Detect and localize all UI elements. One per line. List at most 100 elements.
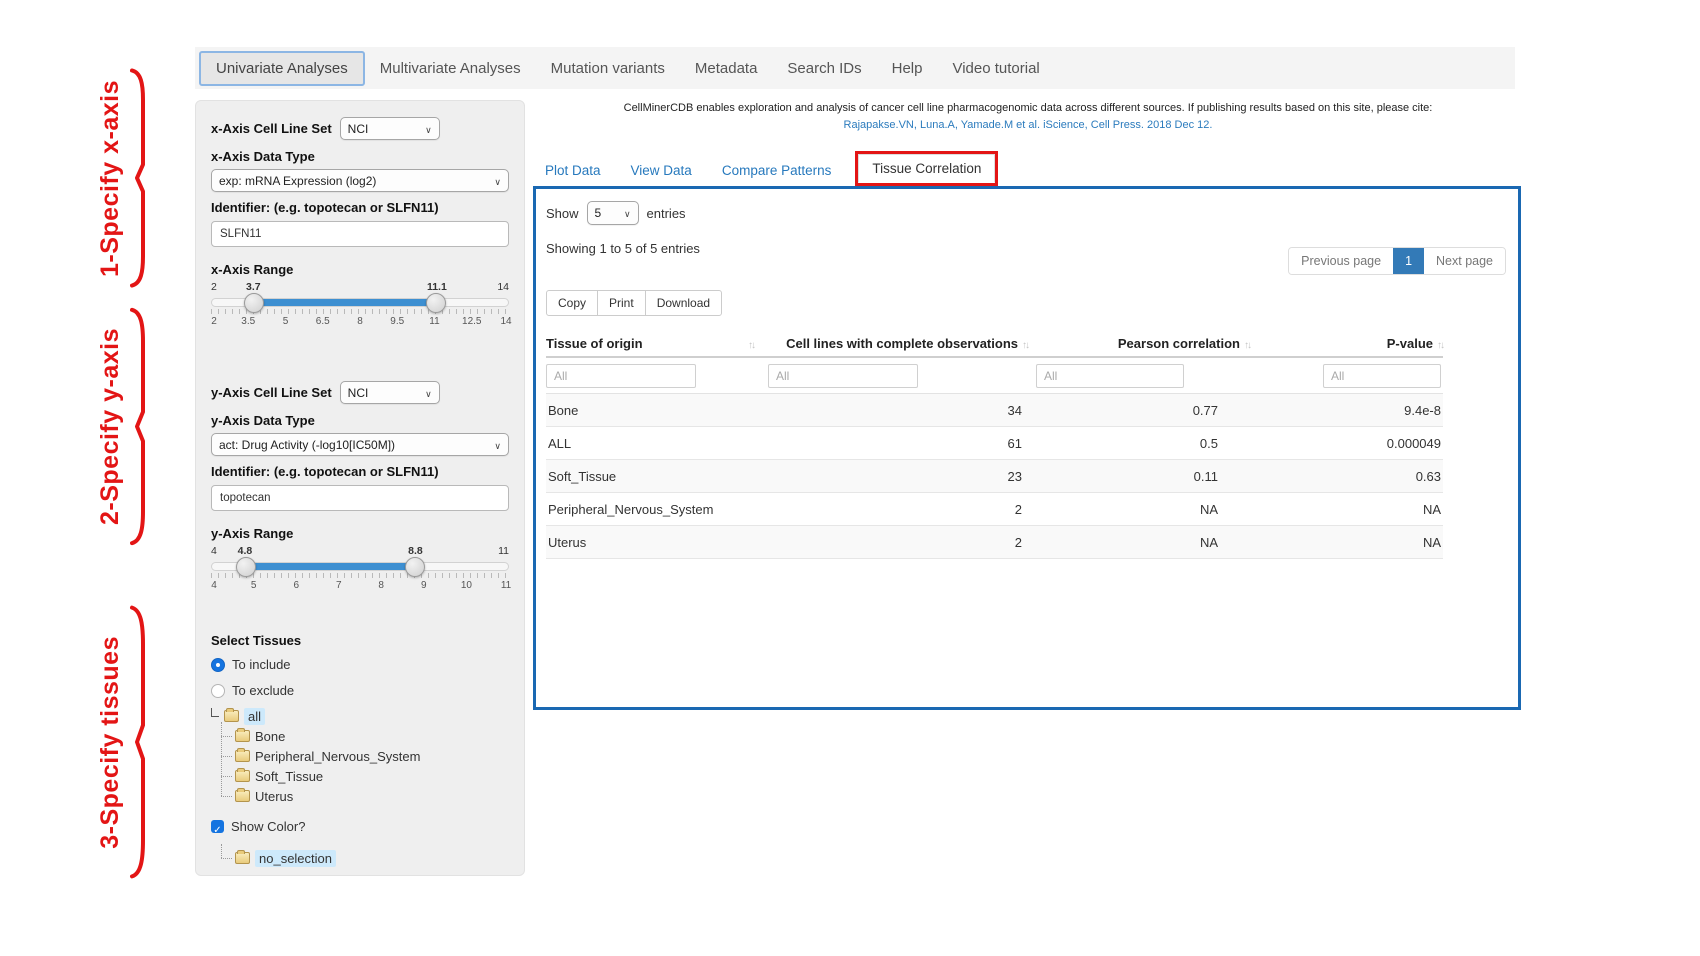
filter-p-value-input[interactable]	[1323, 364, 1441, 388]
radio-unselected-icon[interactable]	[211, 684, 225, 698]
x-tick: 9.5	[390, 316, 404, 327]
y-slider-max: 11	[498, 545, 509, 557]
chevron-down-icon	[624, 206, 631, 220]
y-data-type-label: y-Axis Data Type	[211, 413, 509, 428]
y-range-slider: 4 4.8 8.8 11 4 5 6 7 8 9 10 11	[211, 545, 509, 603]
exclude-radio-row[interactable]: To exclude	[211, 683, 509, 698]
curly-brace-icon	[129, 602, 149, 882]
select-tissues-title: Select Tissues	[211, 633, 509, 648]
y-identifier-input[interactable]	[211, 485, 509, 511]
entries-count-select[interactable]: 5	[587, 201, 639, 225]
y-identifier-label: Identifier: (e.g. topotecan or SLFN11)	[211, 464, 509, 479]
sort-icon[interactable]	[1244, 336, 1250, 351]
next-page-button[interactable]: Next page	[1424, 248, 1505, 274]
tree-item-peripheral-nervous-system[interactable]: Peripheral_Nervous_System	[221, 746, 509, 766]
export-buttons: Copy Print Download	[546, 290, 1510, 316]
sort-icon[interactable]	[1437, 336, 1443, 351]
nav-item-univariate-analyses[interactable]: Univariate Analyses	[199, 51, 365, 86]
citation-link[interactable]: Rajapakse.VN, Luna.A, Yamade.M et al. iS…	[533, 117, 1523, 134]
x-tick: 8	[357, 316, 363, 327]
table-header-row: Tissue of origin Cell lines with complet…	[546, 330, 1443, 358]
x-slider-max: 14	[497, 281, 509, 293]
annotation-step1-label: 1-Specify x-axis	[96, 80, 125, 277]
chevron-down-icon	[425, 386, 432, 400]
print-button[interactable]: Print	[597, 290, 646, 316]
y-slider-low-handle[interactable]	[236, 557, 256, 577]
tree-item-uterus[interactable]: Uterus	[221, 786, 509, 806]
table-row[interactable]: Uterus 2 NA NA	[546, 526, 1443, 559]
tab-compare-patterns[interactable]: Compare Patterns	[722, 163, 832, 186]
x-data-type-select[interactable]: exp: mRNA Expression (log2)	[211, 169, 509, 192]
tree-label-all: all	[244, 708, 265, 725]
table-row[interactable]: Soft_Tissue 23 0.11 0.63	[546, 460, 1443, 493]
table-row[interactable]: Bone 34 0.77 9.4e-8	[546, 394, 1443, 427]
nav-item-help[interactable]: Help	[877, 53, 938, 84]
x-tick: 5	[283, 316, 289, 327]
page-number-button[interactable]: 1	[1393, 248, 1424, 274]
radio-selected-icon[interactable]	[211, 658, 225, 672]
sort-icon[interactable]	[748, 336, 768, 351]
tree-item-soft-tissue[interactable]: Soft_Tissue	[221, 766, 509, 786]
column-header-cell-lines[interactable]: Cell lines with complete observations	[768, 336, 1036, 351]
x-slider-low-handle[interactable]	[244, 293, 264, 313]
tree-item-no-selection[interactable]: no_selection	[221, 848, 509, 868]
y-slider-high-handle[interactable]	[405, 557, 425, 577]
x-tick: 12.5	[462, 316, 481, 327]
x-cell-line-set-label: x-Axis Cell Line Set	[211, 121, 332, 136]
nav-item-video-tutorial[interactable]: Video tutorial	[937, 53, 1054, 84]
y-slider-track[interactable]	[211, 562, 509, 571]
nav-item-mutation-variants[interactable]: Mutation variants	[536, 53, 680, 84]
tab-tissue-correlation[interactable]: Tissue Correlation	[858, 154, 995, 183]
x-range-slider: 2 3.7 11.1 14 2 3.5 5 6.5 8 9.5 11 12.5 …	[211, 281, 509, 339]
nav-item-metadata[interactable]: Metadata	[680, 53, 773, 84]
x-tick: 3.5	[241, 316, 255, 327]
tree-label: Soft_Tissue	[255, 769, 323, 784]
show-color-row[interactable]: Show Color?	[211, 819, 509, 834]
checkbox-checked-icon[interactable]	[211, 820, 224, 833]
citation-text: CellMinerCDB enables exploration and ana…	[533, 100, 1523, 117]
y-data-type-select[interactable]: act: Drug Activity (-log10[IC50M])	[211, 433, 509, 456]
nav-item-search-ids[interactable]: Search IDs	[772, 53, 876, 84]
y-slider-low-value: 4.8	[238, 545, 253, 557]
tab-view-data[interactable]: View Data	[631, 163, 692, 186]
x-cell-line-set-select[interactable]: NCI	[340, 117, 440, 140]
exclude-radio-label: To exclude	[232, 683, 294, 698]
sort-icon[interactable]	[1022, 336, 1028, 351]
citation: CellMinerCDB enables exploration and ana…	[533, 100, 1523, 134]
x-identifier-input[interactable]	[211, 221, 509, 247]
show-label: Show	[546, 206, 579, 221]
entries-label: entries	[647, 206, 686, 221]
y-tick: 6	[293, 580, 299, 591]
annotation-step2: 2-Specify y-axis	[96, 305, 149, 548]
column-header-pearson-correlation[interactable]: Pearson correlation	[1036, 336, 1258, 351]
copy-button[interactable]: Copy	[546, 290, 598, 316]
color-tree: no_selection	[221, 848, 509, 868]
filter-pearson-input[interactable]	[1036, 364, 1184, 388]
filter-cell-lines-input[interactable]	[768, 364, 918, 388]
tree-item-bone[interactable]: Bone	[221, 726, 509, 746]
y-slider-high-value: 8.8	[408, 545, 423, 557]
y-range-label: y-Axis Range	[211, 526, 509, 541]
y-cell-line-set-label: y-Axis Cell Line Set	[211, 385, 332, 400]
folder-icon	[235, 790, 250, 802]
column-header-p-value[interactable]: P-value	[1258, 336, 1443, 351]
include-radio-label: To include	[232, 657, 291, 672]
curly-brace-icon	[129, 305, 149, 548]
folder-icon	[224, 710, 239, 722]
x-tick: 2	[211, 316, 217, 327]
table-row[interactable]: Peripheral_Nervous_System 2 NA NA	[546, 493, 1443, 526]
x-slider-track[interactable]	[211, 298, 509, 307]
nav-item-multivariate-analyses[interactable]: Multivariate Analyses	[365, 53, 536, 84]
tab-plot-data[interactable]: Plot Data	[545, 163, 601, 186]
curly-brace-icon	[129, 66, 149, 290]
previous-page-button[interactable]: Previous page	[1289, 248, 1393, 274]
include-radio-row[interactable]: To include	[211, 657, 509, 672]
y-cell-line-set-select[interactable]: NCI	[340, 381, 440, 404]
x-cell-line-set-row: x-Axis Cell Line Set NCI	[211, 117, 509, 140]
download-button[interactable]: Download	[645, 290, 722, 316]
table-row[interactable]: ALL 61 0.5 0.000049	[546, 427, 1443, 460]
column-header-tissue-of-origin[interactable]: Tissue of origin	[546, 336, 768, 351]
tree-item-all[interactable]: all	[211, 706, 509, 726]
y-tick: 11	[501, 580, 511, 591]
filter-tissue-input[interactable]	[546, 364, 696, 388]
